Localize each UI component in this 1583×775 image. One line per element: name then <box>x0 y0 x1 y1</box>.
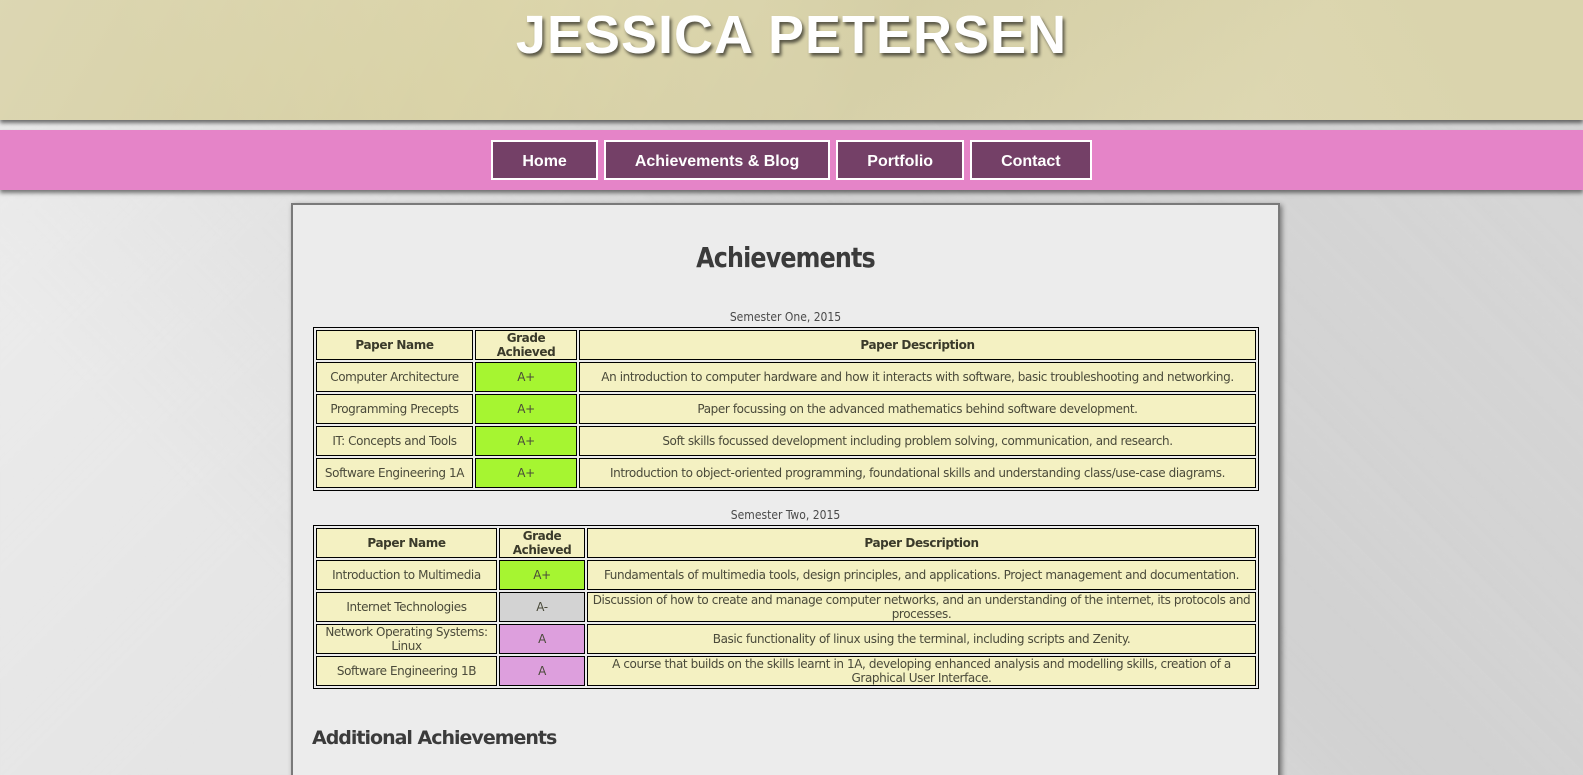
grade-cell: A+ <box>475 362 577 392</box>
nav-home-link[interactable]: Home <box>491 140 598 180</box>
description-cell: Paper focussing on the advanced mathemat… <box>579 394 1256 424</box>
table-row: Software Engineering 1B A A course that … <box>316 656 1256 686</box>
table-row: Network Operating Systems: Linux A Basic… <box>316 624 1256 654</box>
nav-achievements-blog-link[interactable]: Achievements & Blog <box>603 140 831 180</box>
page-title: Achievements <box>696 241 876 274</box>
site-header: JESSICA PETERSEN <box>0 0 1583 120</box>
grade-cell: A+ <box>475 394 577 424</box>
grades-table-semester-two: Paper Name Grade Achieved Paper Descript… <box>313 525 1259 689</box>
table-row: Internet Technologies A- Discussion of h… <box>316 592 1256 622</box>
column-header-grade: Grade Achieved <box>475 330 577 360</box>
grade-cell: A+ <box>475 426 577 456</box>
paper-name-cell: Internet Technologies <box>316 592 497 622</box>
column-header-paper-name: Paper Name <box>316 330 473 360</box>
paper-name-cell: Network Operating Systems: Linux <box>316 624 497 654</box>
grade-cell: A <box>499 656 585 686</box>
paper-name-cell: Introduction to Multimedia <box>316 560 497 590</box>
paper-name-cell: Software Engineering 1B <box>316 656 497 686</box>
column-header-paper-name: Paper Name <box>316 528 497 558</box>
table-row: Computer Architecture A+ An introduction… <box>316 362 1256 392</box>
table-row: IT: Concepts and Tools A+ Soft skills fo… <box>316 426 1256 456</box>
paper-name-cell: Software Engineering 1A <box>316 458 473 488</box>
grade-cell: A+ <box>475 458 577 488</box>
table-caption-semester-two: Semester Two, 2015 <box>730 508 841 522</box>
nav-bar: Home Achievements & Blog Portfolio Conta… <box>0 130 1583 190</box>
paper-name-cell: IT: Concepts and Tools <box>316 426 473 456</box>
description-cell: Soft skills focussed development includi… <box>579 426 1256 456</box>
additional-achievements-heading: Additional Achievements <box>312 727 557 749</box>
column-header-description: Paper Description <box>587 528 1256 558</box>
grades-table-semester-one: Paper Name Grade Achieved Paper Descript… <box>313 327 1259 491</box>
nav-contact-link[interactable]: Contact <box>970 140 1092 180</box>
table-row: Software Engineering 1A A+ Introduction … <box>316 458 1256 488</box>
table-caption-semester-one: Semester One, 2015 <box>729 310 842 324</box>
column-header-description: Paper Description <box>579 330 1256 360</box>
description-cell: Fundamentals of multimedia tools, design… <box>587 560 1256 590</box>
table-row: Introduction to Multimedia A+ Fundamenta… <box>316 560 1256 590</box>
site-title: JESSICA PETERSEN <box>515 5 1068 65</box>
description-cell: Discussion of how to create and manage c… <box>587 592 1256 622</box>
table-header-row: Paper Name Grade Achieved Paper Descript… <box>316 528 1256 558</box>
description-cell: A course that builds on the skills learn… <box>587 656 1256 686</box>
grade-cell: A <box>499 624 585 654</box>
paper-name-cell: Computer Architecture <box>316 362 473 392</box>
table-row: Programming Precepts A+ Paper focussing … <box>316 394 1256 424</box>
nav-menu: Home Achievements & Blog Portfolio Conta… <box>0 140 1583 180</box>
nav-portfolio-link[interactable]: Portfolio <box>836 140 965 180</box>
grade-cell: A- <box>499 592 585 622</box>
column-header-grade: Grade Achieved <box>499 528 585 558</box>
paper-name-cell: Programming Precepts <box>316 394 473 424</box>
grade-cell: A+ <box>499 560 585 590</box>
description-cell: An introduction to computer hardware and… <box>579 362 1256 392</box>
description-cell: Basic functionality of linux using the t… <box>587 624 1256 654</box>
description-cell: Introduction to object-oriented programm… <box>579 458 1256 488</box>
table-header-row: Paper Name Grade Achieved Paper Descript… <box>316 330 1256 360</box>
main-content: Achievements Semester One, 2015 Paper Na… <box>291 203 1280 775</box>
